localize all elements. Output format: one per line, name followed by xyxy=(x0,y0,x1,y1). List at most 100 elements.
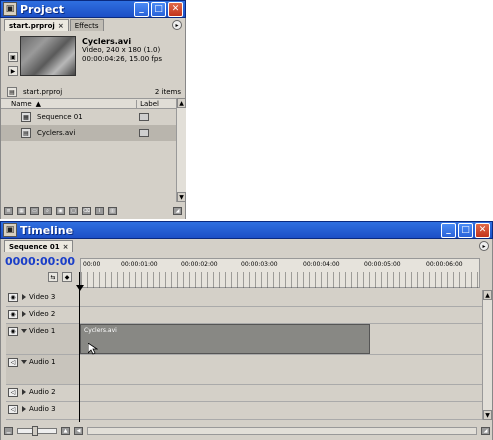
track-lane[interactable] xyxy=(80,385,484,401)
label-swatch[interactable] xyxy=(139,129,149,137)
list-item[interactable]: ▦ Sequence 01 xyxy=(1,109,177,125)
scroll-up-button[interactable]: ▲ xyxy=(177,98,186,108)
project-column-header: Name ▲ Label xyxy=(1,98,177,109)
resize-grip-icon[interactable]: ◢ xyxy=(173,206,182,215)
poster-frame-icon[interactable]: ▣ xyxy=(8,52,18,62)
playhead-handle[interactable] xyxy=(76,285,84,291)
toggle-output-eye-icon[interactable]: ◉ xyxy=(8,310,18,319)
toggle-output-eye-icon[interactable]: ◉ xyxy=(8,327,18,336)
ruler-label: 00:00:06:00 xyxy=(426,261,463,268)
track-lane[interactable] xyxy=(80,402,484,419)
panel-menu-icon[interactable]: ▸ xyxy=(479,241,489,251)
ruler-label: 00:00:04:00 xyxy=(303,261,340,268)
close-tab-icon[interactable]: × xyxy=(63,243,69,251)
resize-grip-icon[interactable]: ◢ xyxy=(481,426,490,435)
clip-info-name: Cyclers.avi xyxy=(82,37,132,46)
scroll-left-icon[interactable]: ◀ xyxy=(74,426,83,435)
expand-triangle-icon[interactable] xyxy=(22,294,26,300)
scroll-up-button[interactable]: ▲ xyxy=(483,290,492,300)
project-item-list: ▦ Sequence 01 ▤ Cyclers.avi xyxy=(1,109,177,201)
track-header[interactable]: ◁ Audio 1 xyxy=(6,355,80,384)
timeline-tab-strip: Sequence 01 × xyxy=(4,239,74,252)
expand-triangle-icon[interactable] xyxy=(22,389,26,395)
track-header[interactable]: ◉ Video 2 xyxy=(6,307,80,323)
automate-to-sequence-icon[interactable]: ▭ xyxy=(30,206,39,215)
track-lane[interactable] xyxy=(80,307,484,323)
timeline-vertical-scrollbar[interactable]: ▲ ▼ xyxy=(482,290,492,420)
close-button[interactable]: ✕ xyxy=(475,222,490,238)
track-header[interactable]: ◉ Video 1 xyxy=(6,324,80,354)
track-name: Video 3 xyxy=(29,293,56,301)
time-ruler[interactable]: 00:00 00:00:01:00 00:00:02:00 00:00:03:0… xyxy=(80,258,480,288)
icon-view-icon[interactable]: ▦ xyxy=(17,206,26,215)
speaker-icon[interactable]: ◁ xyxy=(8,405,18,414)
track-header[interactable]: ◁ Audio 3 xyxy=(6,402,80,419)
toggle-output-eye-icon[interactable]: ◉ xyxy=(8,293,18,302)
clear-icon[interactable]: ▥ xyxy=(108,206,117,215)
timeline-window-title: Timeline xyxy=(20,223,74,237)
maximize-button[interactable]: □ xyxy=(458,222,473,238)
bin-icon[interactable]: ▣ xyxy=(56,206,65,215)
label-swatch[interactable] xyxy=(139,113,149,121)
horizontal-scrollbar[interactable] xyxy=(87,426,477,435)
snap-icon[interactable]: ⇆ xyxy=(48,272,58,282)
tab-effects[interactable]: Effects xyxy=(69,19,104,31)
new-item-icon[interactable]: ▢ xyxy=(69,206,78,215)
track-audio-3: ◁ Audio 3 xyxy=(6,402,484,420)
premiere-app-icon: ▣ xyxy=(3,2,17,16)
column-header-label[interactable]: Label xyxy=(136,99,159,108)
current-time-display[interactable]: 0000:00:00 xyxy=(5,255,75,268)
info-icon[interactable]: i xyxy=(95,206,104,215)
scroll-down-button[interactable]: ▼ xyxy=(483,410,492,420)
ruler-label: 00:00:01:00 xyxy=(121,261,158,268)
clip-info: Cyclers.avi Video, 240 x 180 (1.0) 00:00… xyxy=(82,37,162,64)
list-item[interactable]: ▤ Cyclers.avi xyxy=(1,125,177,141)
track-header[interactable]: ◉ Video 3 xyxy=(6,290,80,306)
track-name: Video 1 xyxy=(29,327,56,335)
timeline-clip[interactable]: Cyclers.avi xyxy=(80,324,370,354)
collapse-triangle-icon[interactable] xyxy=(21,329,27,333)
expand-triangle-icon[interactable] xyxy=(22,406,26,412)
collapse-triangle-icon[interactable] xyxy=(21,360,27,364)
track-video-3: ◉ Video 3 xyxy=(6,290,484,307)
playhead-line[interactable] xyxy=(79,272,80,422)
tab-start-prproj[interactable]: start.prproj × xyxy=(4,19,69,31)
sort-ascending-icon[interactable]: ▲ xyxy=(36,100,41,108)
maximize-button[interactable]: □ xyxy=(151,1,166,17)
project-bottom-toolbar: ≡ ▦ ▭ ⌕ ▣ ▢ ⌫ i ▥ ◢ xyxy=(1,205,186,216)
timeline-zoom-bar: ▁ ▲ ◀ ◢ xyxy=(4,424,490,437)
ruler-label: 00:00:05:00 xyxy=(364,261,401,268)
tab-label: Sequence 01 xyxy=(9,242,60,251)
clip-thumbnail xyxy=(20,36,76,76)
zoom-slider[interactable] xyxy=(17,425,57,436)
speaker-icon[interactable]: ◁ xyxy=(8,388,18,397)
track-header[interactable]: ◁ Audio 2 xyxy=(6,385,80,401)
panel-menu-icon[interactable]: ▸ xyxy=(172,20,182,30)
close-button[interactable]: ✕ xyxy=(168,1,183,17)
project-title-bar[interactable]: ▣ Project _ □ ✕ xyxy=(0,0,186,18)
zoom-slider-thumb[interactable] xyxy=(32,425,38,436)
project-vertical-scrollbar[interactable]: ▲ ▼ xyxy=(176,98,186,202)
expand-triangle-icon[interactable] xyxy=(22,311,26,317)
scroll-down-button[interactable]: ▼ xyxy=(177,192,186,202)
project-path-bar: ▤ start.prproj 2 items xyxy=(1,86,185,98)
movie-clip-icon: ▤ xyxy=(21,128,31,138)
minimize-button[interactable]: _ xyxy=(441,222,456,238)
zoom-in-icon[interactable]: ▲ xyxy=(61,426,70,435)
track-lane[interactable] xyxy=(80,290,484,306)
play-preview-icon[interactable]: ▶ xyxy=(8,66,18,76)
tab-sequence-01[interactable]: Sequence 01 × xyxy=(4,240,74,252)
delete-icon[interactable]: ⌫ xyxy=(82,206,91,215)
zoom-out-icon[interactable]: ▁ xyxy=(4,426,13,435)
set-marker-icon[interactable]: ◆ xyxy=(62,272,72,282)
speaker-icon[interactable]: ◁ xyxy=(8,358,18,367)
timeline-title-bar[interactable]: ▣ Timeline _ □ ✕ xyxy=(0,221,493,239)
track-lane[interactable] xyxy=(80,355,484,384)
minimize-button[interactable]: _ xyxy=(134,1,149,17)
track-video-2: ◉ Video 2 xyxy=(6,307,484,324)
close-tab-icon[interactable]: × xyxy=(58,22,64,30)
list-view-icon[interactable]: ≡ xyxy=(4,206,13,215)
item-count: 2 items xyxy=(154,88,181,96)
column-header-name[interactable]: Name xyxy=(11,100,32,108)
find-icon[interactable]: ⌕ xyxy=(43,206,52,215)
